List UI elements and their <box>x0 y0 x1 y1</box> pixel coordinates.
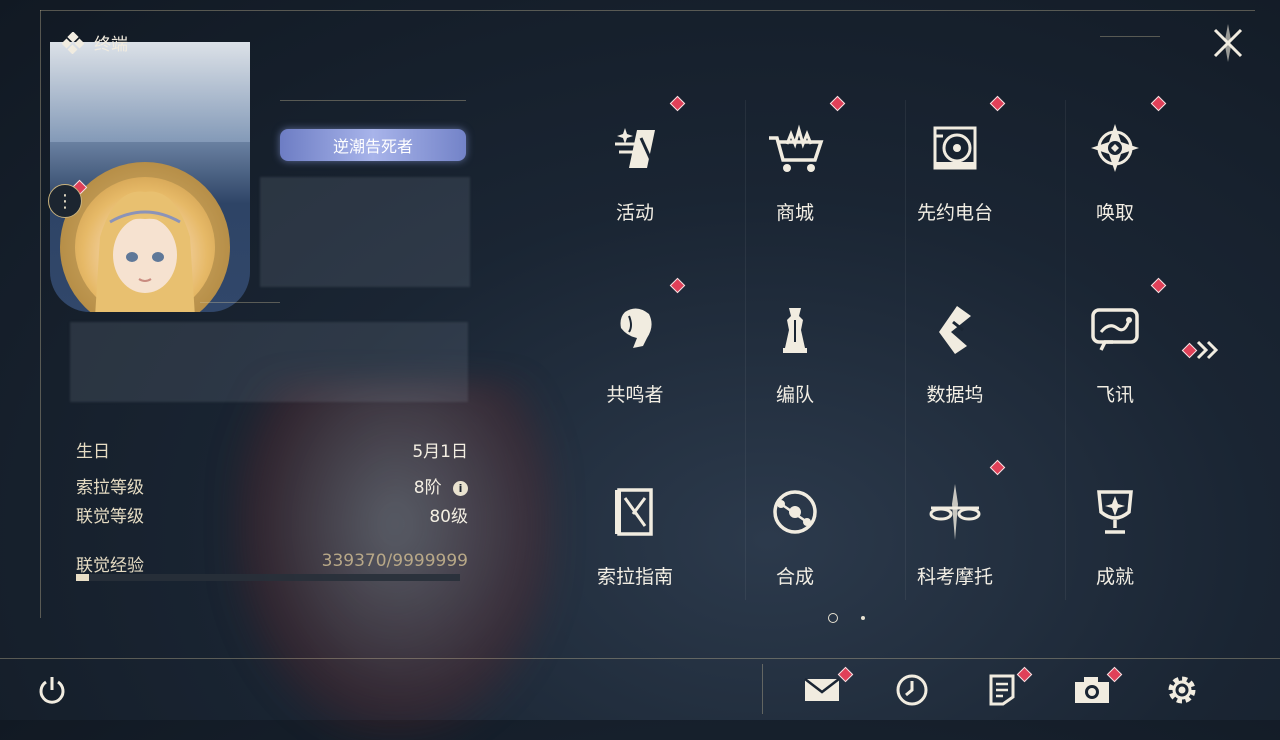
menu-summon[interactable]: 唤取 <box>1050 108 1180 248</box>
power-button[interactable] <box>30 668 74 712</box>
card-scenery <box>50 42 250 142</box>
menu-label: 唤取 <box>1095 202 1134 224</box>
menu-shop[interactable]: 商城 <box>730 108 860 248</box>
message-icon <box>1085 300 1145 360</box>
profile-card <box>50 42 250 312</box>
settings-icon <box>1168 676 1196 704</box>
radio-icon <box>925 118 985 178</box>
activity-icon <box>605 118 665 178</box>
menu-label: 数据坞 <box>926 384 984 406</box>
menu-label: 商城 <box>775 202 814 224</box>
menu-resonators[interactable]: 共鸣者 <box>570 290 700 430</box>
menu-label: 科考摩托 <box>916 566 993 588</box>
stat-label: 生日 <box>76 442 110 462</box>
menu-data-dock[interactable]: 数据坞 <box>890 290 1020 430</box>
settings-button[interactable] <box>1160 668 1204 712</box>
bottom-separator <box>762 664 763 714</box>
window-title: 终端 <box>62 30 128 55</box>
summon-icon <box>1085 118 1145 178</box>
guide-icon <box>605 482 665 542</box>
terminal-logo-icon <box>62 31 84 54</box>
close-button[interactable] <box>1205 20 1251 66</box>
stat-sola-level: 索拉等级 8阶 i <box>76 473 468 498</box>
data-dock-icon <box>925 300 985 360</box>
stat-label: 联觉经验 <box>76 556 144 576</box>
menu-label: 合成 <box>775 566 814 588</box>
exp-progress-fill <box>76 574 90 581</box>
synthesis-icon <box>765 482 825 542</box>
menu-label: 编队 <box>775 384 814 406</box>
stat-value-wrap: 8阶 i <box>414 473 468 498</box>
info-icon[interactable]: i <box>453 480 468 496</box>
menu-label: 索拉指南 <box>596 566 673 588</box>
menu-activity[interactable]: 活动 <box>570 108 700 248</box>
page-indicator-active[interactable] <box>828 613 838 623</box>
menu-label: 先约电台 <box>916 202 993 224</box>
menu-messages[interactable]: 飞讯 <box>1050 290 1180 430</box>
exp-progress-bar <box>76 574 460 581</box>
camera-icon <box>1075 677 1109 703</box>
next-page-button[interactable] <box>1180 338 1222 362</box>
menu-team[interactable]: 编队 <box>730 290 860 430</box>
stat-value: 5月1日 <box>412 442 468 462</box>
clock-icon <box>896 674 928 706</box>
profile-panel: ⋮ 终端 逆潮告死者 生日 5月1日 索拉等级 8阶 i 联觉等级 80级 联觉… <box>40 12 480 622</box>
stat-label: 联觉等级 <box>76 507 144 527</box>
avatar <box>75 177 215 312</box>
frame-right-curve-line <box>1100 36 1160 37</box>
window-title-text: 终端 <box>94 35 128 55</box>
stat-value: 8阶 <box>413 478 442 498</box>
notice-icon <box>989 674 1015 706</box>
menu-radio[interactable]: 先约电台 <box>890 108 1020 248</box>
team-icon <box>765 300 825 360</box>
shop-icon <box>765 118 825 178</box>
history-button[interactable] <box>890 668 934 712</box>
page-indicator[interactable] <box>861 616 865 620</box>
menu-label: 飞讯 <box>1095 384 1134 406</box>
player-title-badge[interactable]: 逆潮告死者 <box>280 129 466 161</box>
blurred-name-area <box>260 177 470 287</box>
player-title-text: 逆潮告死者 <box>332 137 413 156</box>
stat-union-exp: 联觉经验 339370/9999999 <box>76 551 468 576</box>
menu-achievements[interactable]: 成就 <box>1050 472 1180 612</box>
profile-divider <box>200 302 280 303</box>
motorcycle-icon <box>925 482 985 542</box>
menu-label: 成就 <box>1095 566 1134 588</box>
menu-guide[interactable]: 索拉指南 <box>570 472 700 612</box>
menu-synthesis[interactable]: 合成 <box>730 472 860 612</box>
stat-label: 索拉等级 <box>76 478 144 498</box>
more-dots-icon: ⋮ <box>56 190 74 212</box>
frame-top-line <box>40 10 1255 11</box>
menu-label: 共鸣者 <box>606 384 664 406</box>
bottom-divider <box>0 658 1280 659</box>
close-icon <box>1213 24 1243 62</box>
stat-birthday: 生日 5月1日 <box>76 437 468 462</box>
menu-motorcycle[interactable]: 科考摩托 <box>890 472 1020 612</box>
achievement-icon <box>1085 482 1145 542</box>
resonator-icon <box>605 300 665 360</box>
power-icon <box>39 677 65 704</box>
stat-value: 339370/9999999 <box>321 551 468 571</box>
menu-label: 活动 <box>615 202 654 224</box>
stat-union-level: 联觉等级 80级 <box>76 502 468 527</box>
double-chevron-right-icon <box>1196 340 1219 360</box>
mail-icon <box>804 678 840 701</box>
more-options-button[interactable]: ⋮ <box>48 184 82 218</box>
blurred-signature-area <box>70 322 468 402</box>
avatar-frame[interactable] <box>60 162 230 312</box>
stat-value: 80级 <box>429 507 468 527</box>
character-portrait-icon <box>95 191 195 312</box>
